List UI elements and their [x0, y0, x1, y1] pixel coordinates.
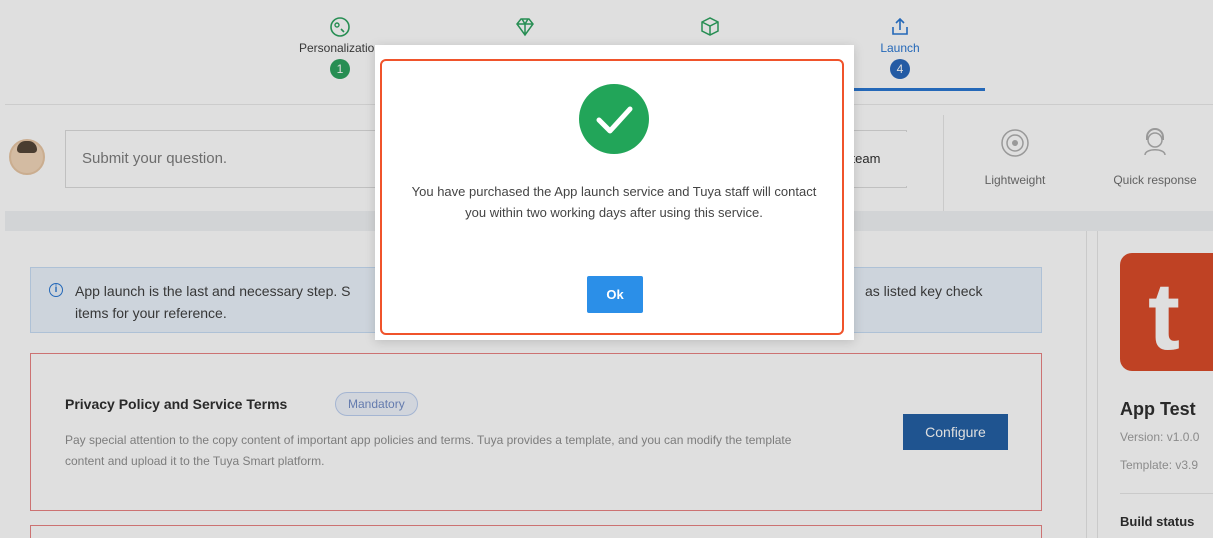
ok-button[interactable]: Ok [587, 276, 643, 313]
success-check-icon [579, 84, 649, 154]
dialog-message: You have purchased the App launch servic… [411, 184, 817, 220]
